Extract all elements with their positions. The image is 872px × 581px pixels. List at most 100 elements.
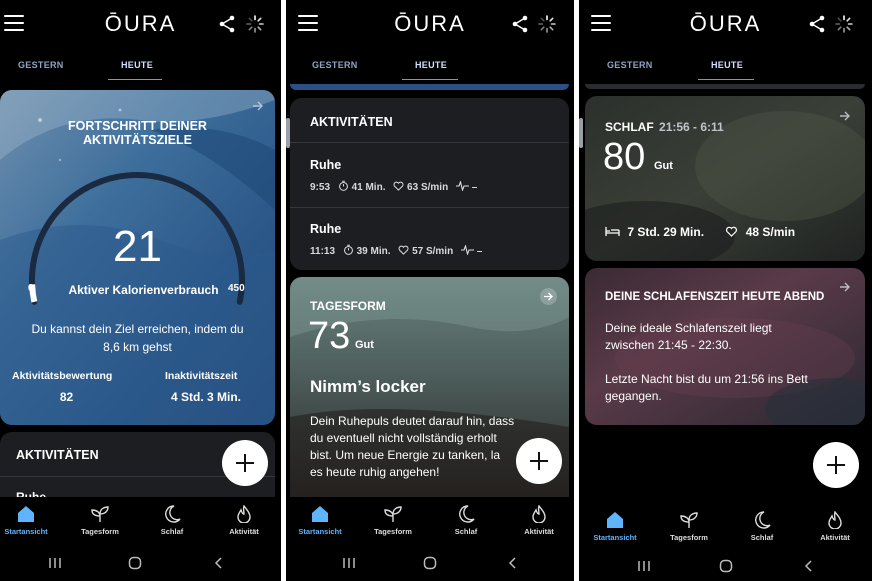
sleep-time-range: 21:56 - 6:11 [659, 120, 724, 134]
nav-sleep[interactable]: Schlaf [736, 511, 788, 542]
stopwatch-icon [343, 244, 353, 255]
home-system-icon[interactable] [719, 559, 733, 573]
phone-screen-sleep: ŌURA GESTERN HEUTE SCHLAF 21:56 - 6:11 8… [579, 0, 872, 581]
gauge-label: Aktiver Kalorienverbrauch [68, 283, 219, 297]
nav-home[interactable]: Startansicht [0, 505, 52, 536]
activity-row[interactable]: Ruhe 11:13 39 Min. 57 S/min – [290, 208, 569, 270]
nav-activity-label: Aktivität [820, 533, 850, 542]
bedtime-text-line3: Letzte Nacht bist du um 21:56 ins Bett [605, 372, 808, 386]
activity-time: 9:53 [310, 182, 331, 193]
nav-sleep[interactable]: Schlaf [146, 505, 198, 536]
nav-sleep-label: Schlaf [454, 527, 478, 536]
nav-activity[interactable]: Aktivität [513, 505, 565, 536]
sleep-heart-rate: 48 S/min [745, 225, 796, 239]
inactive-time-label: Inaktivitätszeit [165, 370, 238, 382]
home-icon [18, 506, 34, 522]
arrow-right-icon[interactable] [252, 100, 264, 112]
scroll-handle[interactable] [579, 118, 583, 148]
activities-card[interactable]: AKTIVITÄTEN Ruhe 9:53 41 Min. 63 S/min –… [290, 98, 569, 270]
nav-sleep[interactable]: Schlaf [440, 505, 492, 536]
back-icon[interactable] [802, 559, 816, 573]
home-icon [607, 512, 623, 528]
nav-readiness[interactable]: Tagesform [367, 505, 419, 536]
activity-duration: 39 Min. [356, 246, 391, 257]
readiness-text: Dein Ruhepuls deutet darauf hin, dass du… [310, 413, 514, 481]
add-button[interactable] [222, 440, 268, 486]
sync-spinner-icon [246, 15, 264, 33]
nav-readiness[interactable]: Tagesform [74, 505, 126, 536]
share-icon[interactable] [510, 14, 530, 34]
bedtime-card[interactable]: DEINE SCHLAFENSZEIT HEUTE ABEND Deine id… [585, 268, 865, 425]
nav-home[interactable]: Startansicht [294, 505, 346, 536]
nav-readiness-label: Tagesform [374, 527, 412, 536]
system-navigation [286, 548, 574, 578]
sleep-rating: Gut [654, 160, 673, 172]
back-icon[interactable] [212, 556, 226, 570]
add-button[interactable] [516, 438, 562, 484]
tab-yesterday[interactable]: GESTERN [18, 60, 64, 70]
recent-apps-icon[interactable] [48, 556, 62, 570]
tab-yesterday[interactable]: GESTERN [607, 60, 653, 70]
heart-icon [398, 245, 409, 255]
readiness-title: TAGESFORM [310, 299, 386, 313]
active-tab-indicator [108, 79, 162, 80]
add-button[interactable] [813, 442, 859, 488]
inactive-time-value: 4 Std. 3 Min. [170, 390, 241, 404]
activity-goal-card[interactable]: FORTSCHRITT DEINER AKTIVITÄTSZIELE 21 0 … [0, 90, 275, 425]
sprout-icon [680, 512, 698, 528]
bedtime-title: DEINE SCHLAFENSZEIT HEUTE ABEND [605, 291, 825, 303]
arrow-right-icon[interactable] [839, 110, 851, 122]
flame-icon [532, 505, 546, 523]
sleep-duration: 7 Std. 29 Min. [627, 225, 705, 239]
previous-card-edge [290, 84, 569, 90]
plus-icon [530, 452, 548, 470]
bottom-navigation: Startansicht Tagesform Schlaf Aktivität [0, 497, 281, 543]
nav-activity[interactable]: Aktivität [809, 511, 861, 542]
nav-readiness[interactable]: Tagesform [663, 511, 715, 542]
system-navigation [579, 551, 872, 581]
sync-spinner-icon [538, 15, 556, 33]
sleep-card[interactable]: SCHLAF 21:56 - 6:11 80 Gut 7 Std. 29 Min… [585, 96, 865, 261]
tab-today[interactable]: HEUTE [711, 60, 743, 70]
readiness-headline: Nimm’s locker [310, 377, 426, 396]
phone-screen-activities: ŌURA GESTERN HEUTE AKTIVITÄTEN Ruhe 9:53 [286, 0, 574, 581]
plus-icon [236, 454, 254, 472]
readiness-text-line2: du eventuell nicht vollständig erholt [310, 431, 497, 445]
flame-icon [237, 505, 251, 523]
bedtime-text: Deine ideale Schlafenszeit liegt zwische… [605, 320, 808, 405]
home-system-icon[interactable] [423, 556, 437, 570]
flame-icon [828, 511, 842, 529]
tab-today[interactable]: HEUTE [415, 60, 447, 70]
home-system-icon[interactable] [128, 556, 142, 570]
goal-hint-line2: 8,6 km gehst [103, 340, 172, 354]
activities-title: AKTIVITÄTEN [310, 115, 393, 129]
activity-row[interactable]: Ruhe 9:53 41 Min. 63 S/min – [290, 143, 569, 207]
readiness-score: 73 [308, 315, 351, 357]
goal-title-line1: FORTSCHRITT DEINER [68, 119, 207, 133]
share-icon[interactable] [807, 14, 827, 34]
nav-sleep-label: Schlaf [160, 527, 184, 536]
activity-details: 9:53 41 Min. 63 S/min – [310, 180, 477, 193]
tab-today[interactable]: HEUTE [121, 60, 153, 70]
open-readiness-button[interactable] [540, 288, 557, 305]
gauge-value: 21 [113, 222, 162, 271]
activity-hrv: – [471, 182, 478, 193]
recent-apps-icon[interactable] [637, 559, 651, 573]
nav-home[interactable]: Startansicht [589, 511, 641, 542]
arrow-right-icon[interactable] [839, 281, 851, 293]
top-bar: ŌURA [579, 0, 872, 48]
top-bar: ŌURA [286, 0, 574, 48]
nav-readiness-label: Tagesform [670, 533, 708, 542]
system-navigation [0, 548, 281, 578]
top-bar: ŌURA [0, 0, 281, 48]
nav-activity[interactable]: Aktivität [218, 505, 270, 536]
goal-hint-line1: Du kannst dein Ziel erreichen, indem du [31, 322, 244, 336]
activities-title: AKTIVITÄTEN [16, 448, 99, 462]
share-icon[interactable] [217, 14, 237, 34]
recent-apps-icon[interactable] [342, 556, 356, 570]
nav-home-label: Startansicht [593, 533, 637, 542]
arrow-right-icon [544, 292, 553, 301]
nav-sleep-label: Schlaf [750, 533, 774, 542]
tab-yesterday[interactable]: GESTERN [312, 60, 358, 70]
back-icon[interactable] [506, 556, 520, 570]
